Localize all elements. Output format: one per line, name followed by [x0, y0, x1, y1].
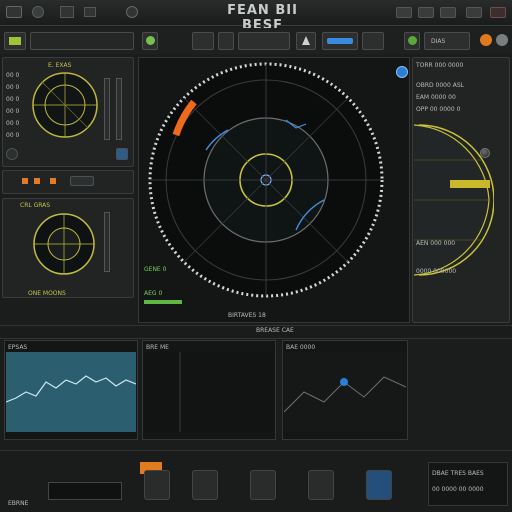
chart-3-plot [284, 352, 406, 432]
toolbar-orange-icon[interactable] [480, 34, 492, 46]
chart-1-plot [6, 352, 136, 432]
orange-indicator-1 [22, 178, 28, 184]
chart-1-title: EPSAS [8, 344, 28, 351]
left-top-vslider-1[interactable] [104, 78, 110, 140]
bottom-button-1[interactable] [144, 470, 170, 500]
toolbar-gear-icon[interactable] [496, 34, 508, 46]
toolbar-battery-button[interactable] [4, 32, 26, 50]
radar-legend-1: GENE 0 [144, 266, 167, 273]
left-top-scope [32, 72, 98, 138]
right-panel-item-4[interactable]: AEN 000 000 [416, 240, 455, 247]
toolbar-tab-4[interactable] [362, 32, 384, 50]
bottom-button-5[interactable] [366, 470, 392, 500]
orange-indicator-2 [34, 178, 40, 184]
left-lower-slider[interactable] [104, 212, 110, 272]
right-panel-item-3[interactable]: OPP 00 0000 0 [416, 106, 460, 113]
app-menu-icon[interactable] [6, 6, 22, 18]
left-top-label-2: 00 0 [6, 84, 20, 91]
right-panel-knob[interactable] [480, 148, 490, 158]
left-top-label-5: 00 0 [6, 120, 20, 127]
radar-green-bar [144, 300, 182, 304]
left-top-title: E. EXAS [48, 62, 72, 69]
grid-icon[interactable] [60, 6, 74, 18]
left-top-power-button[interactable] [6, 148, 18, 160]
left-top-vslider-2[interactable] [116, 78, 122, 140]
radar-display [148, 62, 384, 298]
left-top-label-3: 00 0 [6, 96, 20, 103]
left-top-label-6: 00 0 [6, 132, 20, 139]
right-panel-item-1[interactable]: OBRD 0000 ASL [416, 82, 464, 89]
right-panel-yellow-highlight [450, 180, 490, 188]
radar-legend-2: AEG 0 [144, 290, 163, 297]
right-panel-item-5[interactable]: 0000 000000 [416, 268, 456, 275]
bottom-left-display [48, 482, 122, 500]
window-control-icon[interactable] [440, 7, 456, 18]
nav-icon[interactable] [84, 7, 96, 17]
toolbar-blue-slider[interactable] [322, 32, 358, 50]
left-top-blue-button[interactable] [116, 148, 128, 160]
toolbar-green-dot-button[interactable] [142, 32, 158, 50]
chart-3-title: BAE 0000 [286, 344, 316, 351]
left-lower-footer: ONE MOONS [28, 290, 66, 297]
minimize-icon[interactable] [396, 7, 412, 18]
window-title: FEAN BII BESF [227, 3, 298, 33]
status-strip-label: BREASE CAE [256, 327, 294, 334]
toolbar-green-dot-button-2[interactable] [404, 32, 420, 50]
left-lower-scope [33, 213, 95, 275]
bottom-right-panel [428, 462, 508, 506]
window-control-icon-2[interactable] [466, 7, 482, 18]
toolbar-tab-1[interactable] [192, 32, 214, 50]
orange-indicator-3 [50, 178, 56, 184]
toolbar-tab-2[interactable] [218, 32, 234, 50]
bottom-left-label: EBRNE [8, 500, 29, 507]
chart-2-title: BRE ME [146, 344, 169, 351]
radar-bottom-label: BIRTAVES 18 [228, 312, 266, 319]
bottom-button-4[interactable] [308, 470, 334, 500]
radar-blue-marker[interactable] [396, 66, 408, 78]
toolbar-tab-3[interactable] [238, 32, 290, 50]
toolbar-right-label: DIAS [431, 38, 446, 45]
close-icon[interactable] [490, 7, 506, 18]
right-panel-gauge [414, 124, 494, 276]
left-mid-button[interactable] [70, 176, 94, 186]
left-top-label-4: 00 0 [6, 108, 20, 115]
bottom-button-3[interactable] [250, 470, 276, 500]
left-lower-title: CRL GRAS [20, 202, 51, 209]
left-top-label-1: 00 0 [6, 72, 20, 79]
bottom-right-label: DBAE TRES BAES [432, 470, 484, 477]
maximize-icon[interactable] [418, 7, 434, 18]
chart-2-plot [144, 352, 274, 432]
bottom-right-sub: 00 0000 00 0000 [432, 486, 484, 493]
right-panel-header: TORR 000 0000 [416, 62, 464, 69]
toolbar-right-box[interactable]: DIAS [424, 32, 470, 50]
settings-icon[interactable] [32, 6, 44, 18]
toolbar-up-arrow-icon[interactable] [296, 32, 316, 50]
toolbar-blank-area [30, 32, 134, 50]
right-panel-item-2[interactable]: EAM 0000 00 [416, 94, 456, 101]
bottom-button-2[interactable] [192, 470, 218, 500]
clock-icon[interactable] [126, 6, 138, 18]
